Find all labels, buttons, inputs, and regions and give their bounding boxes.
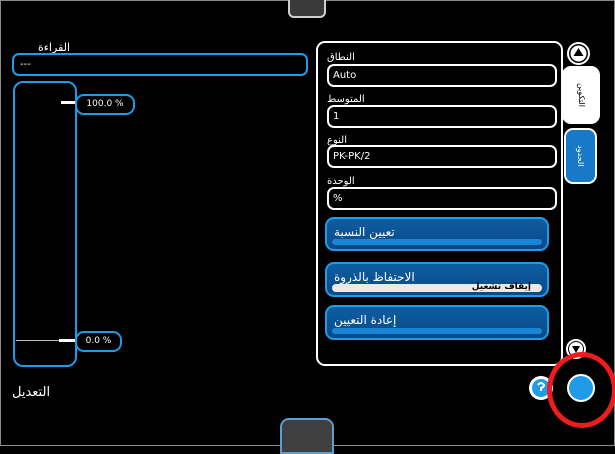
gauge-top-marker <box>61 101 75 104</box>
gauge-bottom-marker <box>59 339 75 342</box>
reading-value-field: --- <box>12 53 308 76</box>
highlight-annotation-ring <box>547 352 615 428</box>
triangle-up-icon <box>570 45 587 62</box>
set-ratio-bar <box>332 239 542 245</box>
range-label-wrap: النطاق <box>327 52 367 64</box>
set-ratio-label: تعيين النسبة <box>334 225 395 239</box>
reset-button[interactable]: إعادة التعيين <box>325 305 549 340</box>
type-field[interactable]: PK-PK/2 <box>327 145 557 168</box>
range-label: النطاق <box>327 52 355 63</box>
tab-config[interactable]: التكوين <box>562 66 600 124</box>
set-ratio-button[interactable]: تعيين النسبة <box>325 217 549 251</box>
scroll-up-button[interactable] <box>567 42 590 65</box>
reset-label: إعادة التعيين <box>334 313 397 327</box>
top-panel-handle[interactable] <box>288 0 326 18</box>
peak-hold-button[interactable]: الاحتفاظ بالذروة إيقاف تشغيل <box>325 262 549 297</box>
unit-label: الوحدة <box>327 176 355 187</box>
gauge-top-value: 100.0 % <box>75 94 135 115</box>
average-field[interactable]: 1 <box>327 105 557 128</box>
adjust-label: التعديل <box>12 385 51 400</box>
bottom-panel-handle[interactable] <box>280 418 334 454</box>
unit-field[interactable]: % <box>327 187 557 210</box>
gauge-bottom-value: 0.0 % <box>75 331 122 352</box>
percent-gauge <box>13 81 77 367</box>
average-label: المتوسط <box>327 94 365 105</box>
peak-hold-state: إيقاف تشغيل <box>471 282 531 292</box>
tab-limits[interactable]: الحدود <box>564 128 597 184</box>
reset-bar <box>332 328 542 334</box>
range-field[interactable]: Auto <box>327 64 557 87</box>
peak-hold-label: الاحتفاظ بالذروة <box>334 270 415 284</box>
